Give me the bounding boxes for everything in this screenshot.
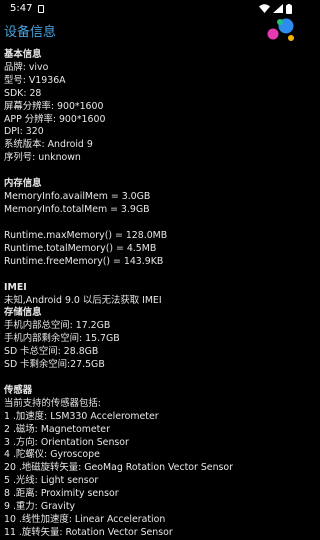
sensor-item: 1 .加速度: LSM330 Accelerometer: [4, 410, 159, 422]
sdk-line: SDK: 28: [4, 87, 42, 99]
sensor-item: 20 .地磁旋转矢量: GeoMag Rotation Vector Senso…: [4, 462, 233, 474]
sensor-item: 10 .线性加速度: Linear Acceleration: [4, 514, 166, 525]
sensor-item: 8 .距离: Proximity sensor: [4, 488, 119, 500]
sensor-item: 5 .光线: Light sensor: [4, 475, 99, 487]
battery-icon: [286, 3, 292, 14]
memory-total-line: MemoryInfo.totalMem = 3.9GB: [4, 203, 150, 215]
wifi-icon: [259, 4, 270, 13]
dpi-line: DPI: 320: [4, 126, 44, 138]
runtime-free-memory-line: Runtime.freeMemory() = 143.9KB: [4, 255, 164, 267]
sim-card-icon: [38, 4, 45, 13]
system-version-line: 系统版本: Android 9: [4, 139, 93, 151]
page-title: 设备信息: [4, 24, 57, 40]
status-bar: 5:47: [0, 0, 300, 17]
runtime-max-memory-line: Runtime.maxMemory() = 128.0MB: [4, 229, 168, 241]
memory-info-title: 内存信息: [4, 178, 42, 190]
internal-free-line: 手机内部剩余空间: 15.7GB: [4, 333, 120, 345]
app-logo-icon: [267, 18, 294, 41]
imei-line: 未知,Android 9.0 以后无法获取 IMEI: [4, 294, 162, 306]
sensors-subtitle: 当前支持的传感器包括:: [4, 397, 101, 409]
app-resolution-line: APP 分辨率: 900*1600: [4, 113, 106, 125]
status-time: 5:47: [10, 3, 33, 14]
brand-line: 品牌: vivo: [4, 61, 49, 73]
signal-icon: [273, 4, 283, 13]
internal-total-line: 手机内部总空间: 17.2GB: [4, 320, 111, 332]
app-bar: 设备信息: [0, 17, 300, 43]
sensor-item: 3 .方向: Orientation Sensor: [4, 436, 129, 448]
storage-info-title: 存储信息: [4, 307, 42, 319]
sensor-item: 9 .重力: Gravity: [4, 501, 76, 513]
model-line: 型号: V1936A: [4, 74, 66, 86]
basic-info-title: 基本信息: [4, 49, 42, 60]
imei-title: IMEI: [4, 281, 27, 293]
sensor-item: 2 .磁场: Magnetometer: [4, 423, 110, 435]
screen-resolution-line: 屏幕分辨率: 900*1600: [4, 100, 104, 112]
memory-avail-line: MemoryInfo.availMem = 3.0GB: [4, 191, 151, 203]
runtime-total-memory-line: Runtime.totalMemory() = 4.5MB: [4, 242, 157, 254]
sd-total-line: SD 卡总空间: 28.8GB: [4, 346, 99, 358]
sensor-item: 4 .陀螺仪: Gyroscope: [4, 449, 100, 461]
sd-free-line: SD 卡剩余空间:27.5GB: [4, 359, 105, 371]
sensor-item: 11 .旋转矢量: Rotation Vector Sensor: [4, 526, 173, 538]
serial-number-line: 序列号: unknown: [4, 152, 81, 164]
device-info-content: 基本信息 品牌: vivo 型号: V1936A SDK: 28 屏幕分辨率: …: [0, 43, 300, 540]
sensors-title: 传感器: [4, 384, 33, 396]
